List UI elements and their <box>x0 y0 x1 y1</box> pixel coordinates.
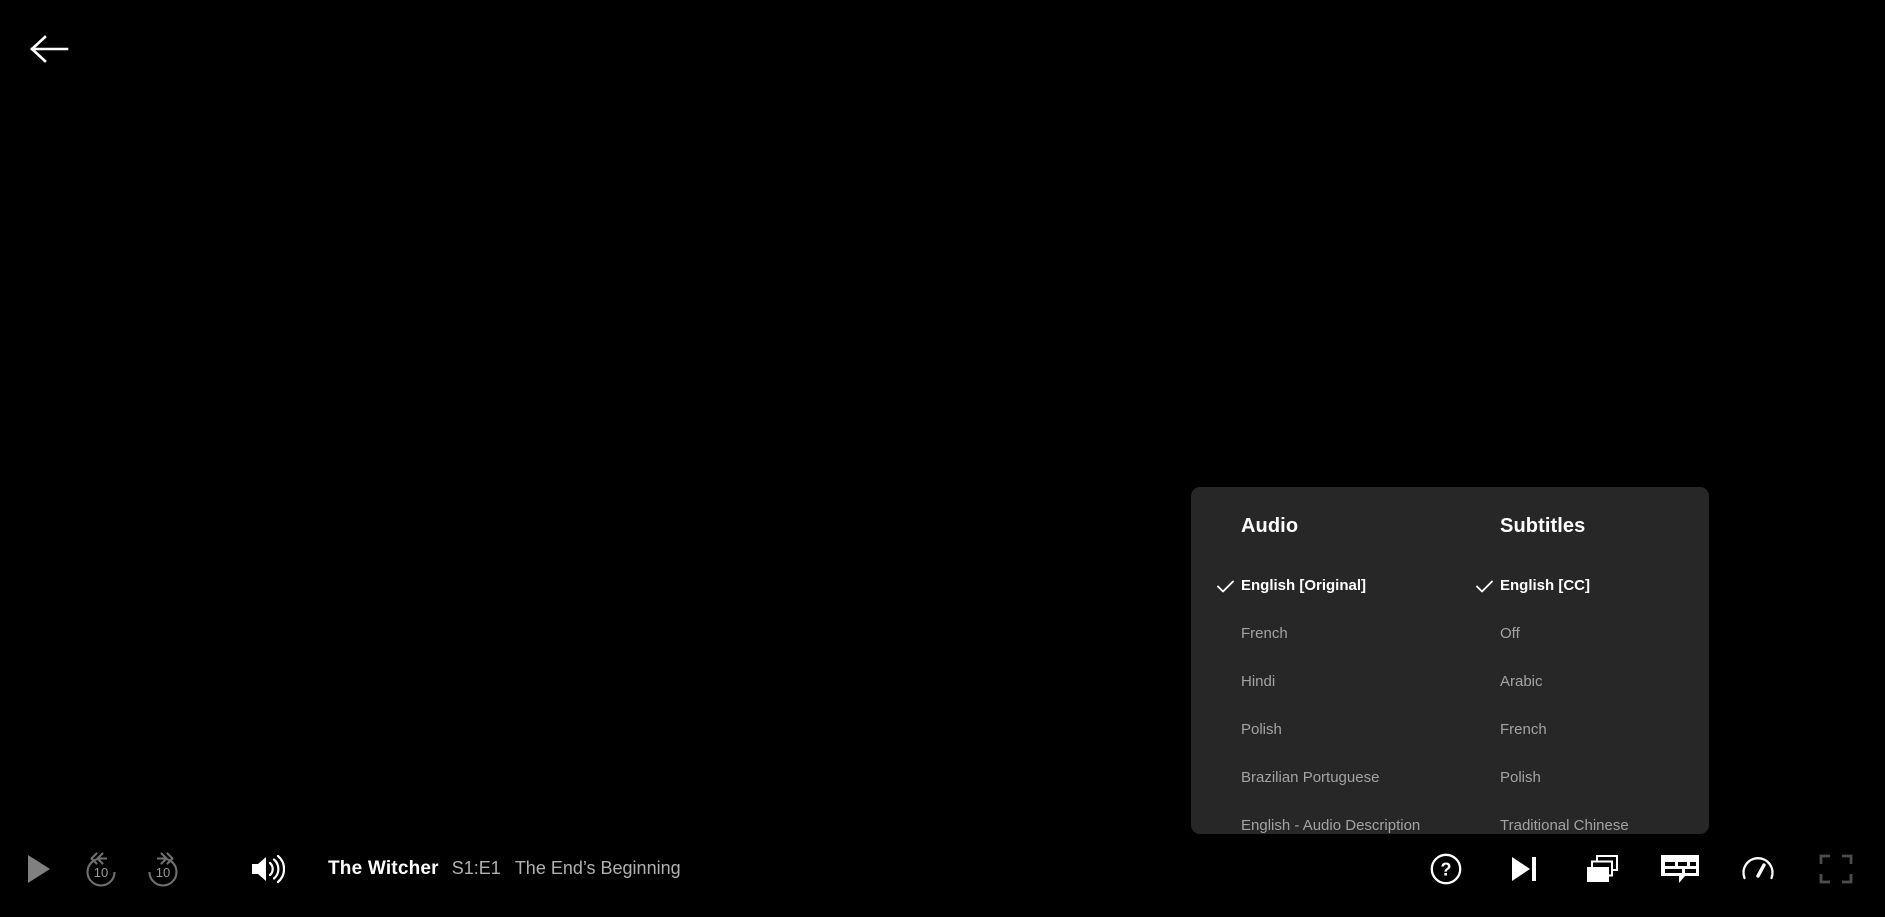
subtitles-option-label: Arabic <box>1500 673 1543 690</box>
fullscreen-icon <box>1819 854 1853 884</box>
audio-subtitles-panel: Audio English [Original] French Hindi Po… <box>1191 487 1709 834</box>
subtitles-option-label: French <box>1500 721 1547 738</box>
audio-column-header: Audio <box>1241 515 1299 537</box>
rewind-10-icon: 10 <box>80 848 122 890</box>
next-episode-button[interactable] <box>1493 838 1555 900</box>
audio-option-label: English [Original] <box>1241 577 1367 594</box>
rewind-10-button[interactable]: 10 <box>70 838 132 900</box>
svg-text:10: 10 <box>94 865 108 880</box>
play-button[interactable] <box>8 838 70 900</box>
check-icon <box>1216 562 1234 610</box>
subtitles-option-french[interactable]: French <box>1450 706 1709 754</box>
back-button[interactable] <box>22 22 76 76</box>
arrow-left-icon <box>29 33 69 65</box>
next-episode-icon <box>1508 854 1540 884</box>
video-player: Audio English [Original] French Hindi Po… <box>0 0 1885 917</box>
audio-option-label: Hindi <box>1241 673 1276 690</box>
forward-10-icon: 10 <box>142 848 184 890</box>
episode-code: S1:E1 <box>451 858 501 878</box>
audio-option-polish[interactable]: Polish <box>1191 706 1450 754</box>
svg-text:10: 10 <box>156 865 170 880</box>
control-bar-right-group: ? <box>1415 838 1867 900</box>
play-icon <box>26 854 52 884</box>
subtitles-option-label: English [CC] <box>1500 577 1590 594</box>
audio-column: Audio English [Original] French Hindi Po… <box>1191 513 1450 834</box>
playback-speed-button[interactable] <box>1727 838 1789 900</box>
speed-gauge-icon <box>1740 852 1776 886</box>
subtitles-button[interactable] <box>1649 838 1711 900</box>
audio-option-label: Polish <box>1241 721 1282 738</box>
control-bar-left-group: 10 10 The Witcher S1:E1 The End’s Beginn… <box>8 838 681 900</box>
subtitles-column: Subtitles English [CC] Off Arabic French… <box>1450 513 1709 834</box>
volume-button[interactable] <box>236 838 298 900</box>
subtitles-option-list: English [CC] Off Arabic French Polish Tr… <box>1450 562 1709 850</box>
subtitles-option-label: Polish <box>1500 769 1541 786</box>
subtitles-icon <box>1659 852 1701 886</box>
subtitles-option-arabic[interactable]: Arabic <box>1450 658 1709 706</box>
forward-10-button[interactable]: 10 <box>132 838 194 900</box>
check-icon <box>1475 562 1493 610</box>
help-button[interactable]: ? <box>1415 838 1477 900</box>
svg-text:?: ? <box>1441 860 1452 880</box>
help-circle-icon: ? <box>1429 852 1463 886</box>
subtitles-option-label: Off <box>1500 625 1520 642</box>
subtitles-option-off[interactable]: Off <box>1450 610 1709 658</box>
subtitles-option-polish[interactable]: Polish <box>1450 754 1709 802</box>
episodes-button[interactable] <box>1571 838 1633 900</box>
episode-title: The End’s Beginning <box>514 858 681 878</box>
volume-high-icon <box>249 853 285 885</box>
audio-option-label: French <box>1241 625 1288 642</box>
subtitles-option-english-cc[interactable]: English [CC] <box>1450 562 1709 610</box>
audio-option-label: Brazilian Portuguese <box>1241 769 1380 786</box>
player-control-bar: 10 10 The Witcher S1:E1 The End’s Beginn… <box>0 821 1885 917</box>
fullscreen-button[interactable] <box>1805 838 1867 900</box>
audio-option-english-original[interactable]: English [Original] <box>1191 562 1450 610</box>
audio-option-french[interactable]: French <box>1191 610 1450 658</box>
audio-option-hindi[interactable]: Hindi <box>1191 658 1450 706</box>
audio-option-brazilian-portuguese[interactable]: Brazilian Portuguese <box>1191 754 1450 802</box>
audio-option-list: English [Original] French Hindi Polish B… <box>1191 562 1450 850</box>
now-playing-title: The Witcher S1:E1 The End’s Beginning <box>328 858 681 880</box>
episodes-icon <box>1584 853 1620 885</box>
subtitles-column-header: Subtitles <box>1500 515 1586 537</box>
show-title: The Witcher <box>328 858 439 879</box>
